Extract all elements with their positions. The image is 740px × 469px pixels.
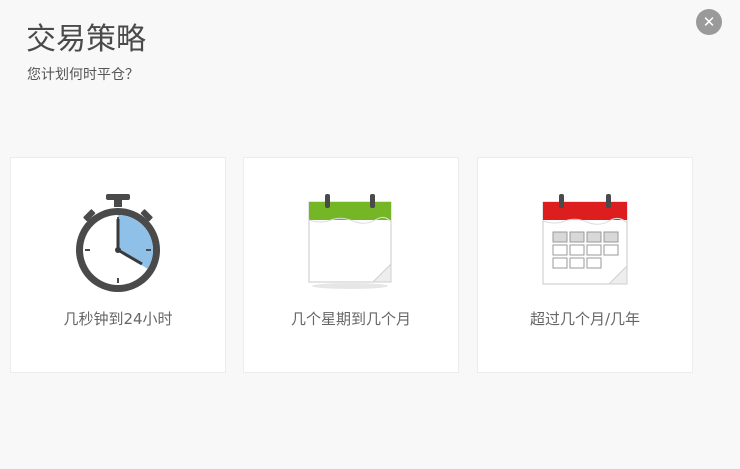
page-subtitle: 您计划何时平仓？ bbox=[27, 67, 139, 83]
option-label: 几秒钟到24小时 bbox=[63, 310, 173, 328]
close-icon: ✕ bbox=[702, 13, 716, 31]
option-label: 超过几个月/几年 bbox=[529, 310, 641, 328]
option-label: 几个星期到几个月 bbox=[290, 310, 411, 328]
page-title: 交易策略 bbox=[26, 22, 146, 57]
calendar-grid-icon bbox=[542, 194, 628, 285]
option-card-medium-term[interactable]: 几个星期到几个月 bbox=[243, 157, 459, 373]
option-card-long-term[interactable]: 超过几个月/几年 bbox=[477, 157, 693, 373]
close-button[interactable]: ✕ bbox=[696, 9, 722, 35]
stopwatch-icon bbox=[76, 194, 160, 292]
calendar-blank-icon bbox=[308, 194, 392, 289]
option-card-short-term[interactable]: 几秒钟到24小时 bbox=[10, 157, 226, 373]
